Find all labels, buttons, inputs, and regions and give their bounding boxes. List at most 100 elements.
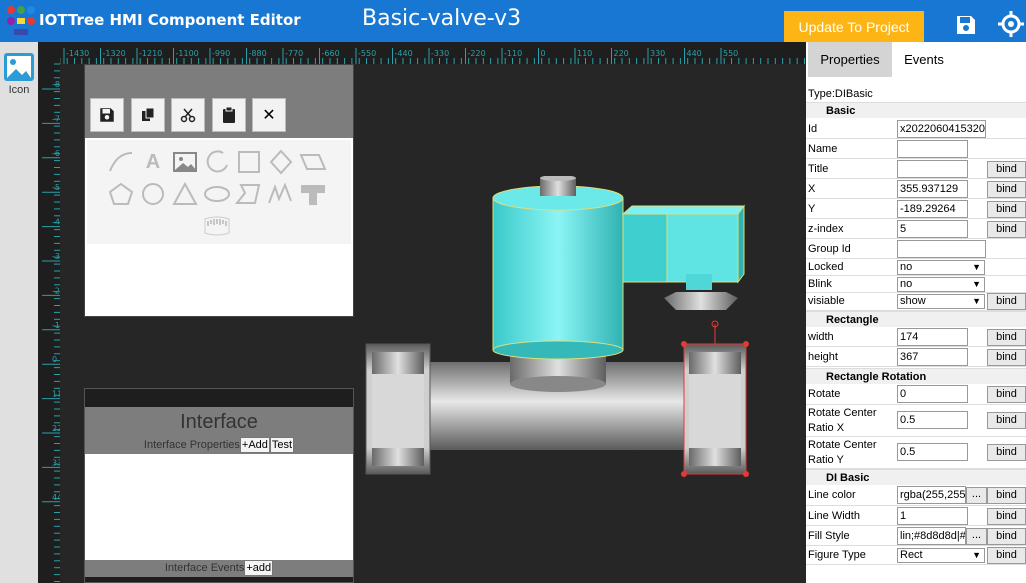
prop-label: Rotate (808, 388, 841, 400)
prop-label: Locked (808, 261, 844, 273)
bind-fill-style-button[interactable]: bind (987, 528, 1026, 545)
bind-line-color-button[interactable]: bind (987, 487, 1026, 504)
ellipse-icon[interactable] (203, 181, 231, 207)
close-tool-button[interactable]: ✕ (252, 98, 286, 132)
bind-line-width-button[interactable]: bind (987, 508, 1026, 525)
valve-left-flange (365, 343, 431, 475)
circle-icon[interactable] (139, 181, 167, 207)
prop-row-rotate-center-x: Rotate Center Ratio X 0.5 bind (806, 405, 1026, 437)
rotate-center-x-field[interactable]: 0.5 (897, 411, 968, 429)
bind-title-button[interactable]: bind (987, 161, 1026, 178)
paste-tool-button[interactable] (212, 98, 246, 132)
save-icon[interactable] (954, 13, 978, 37)
visiable-select[interactable]: show ▼ (897, 294, 985, 309)
chevron-down-icon: ▼ (972, 296, 981, 306)
cut-tool-button[interactable] (171, 98, 205, 132)
image-icon[interactable] (3, 52, 35, 82)
top-bar: IOTTree HMI Component Editor Basic-valve… (0, 0, 1026, 42)
prop-row-group-id: Group Id (806, 239, 1026, 259)
ruler-label: 550 (723, 49, 738, 58)
section-rectangle-rotation: Rectangle Rotation (806, 368, 1026, 384)
triangle-icon[interactable] (171, 181, 199, 207)
ruler-label: 330 (650, 49, 665, 58)
diamond-icon[interactable] (267, 149, 295, 175)
bind-x-button[interactable]: bind (987, 181, 1026, 198)
curve-icon[interactable] (107, 149, 135, 175)
bind-rotate-center-y-button[interactable]: bind (987, 444, 1026, 461)
image-tool-icon[interactable] (171, 149, 199, 175)
blink-select[interactable]: no ▼ (897, 277, 985, 292)
line-color-field[interactable]: rgba(255,255, (897, 486, 966, 504)
bind-rotate-center-x-button[interactable]: bind (987, 412, 1026, 429)
section-di-basic: DI Basic (806, 469, 1026, 485)
z-index-field[interactable]: 5 (897, 220, 968, 238)
height-field[interactable]: 367 (897, 348, 968, 366)
gauge-scale-icon[interactable] (203, 213, 231, 239)
group-id-field[interactable] (897, 240, 986, 258)
valve-drawing[interactable] (364, 176, 754, 481)
save-tool-button[interactable] (90, 98, 124, 132)
bind-figure-type-button[interactable]: bind (987, 547, 1026, 564)
pipe-elbow-icon[interactable] (299, 181, 327, 207)
update-to-project-button[interactable]: Update To Project (784, 11, 924, 42)
copy-tool-button[interactable] (131, 98, 165, 132)
fill-style-field[interactable]: lin;#8d8d8d|#e (897, 527, 966, 545)
polyline-icon[interactable] (267, 181, 295, 207)
add-property-button[interactable]: +Add (239, 437, 270, 454)
bind-visiable-button[interactable]: bind (987, 293, 1026, 310)
rectangle-icon[interactable] (235, 149, 263, 175)
title-field[interactable] (897, 160, 968, 178)
section-rectangle: Rectangle (806, 311, 1026, 327)
rotate-center-y-field[interactable]: 0.5 (897, 443, 968, 461)
ruler-label: -660 (322, 49, 340, 58)
fill-style-picker-button[interactable]: ... (966, 528, 987, 545)
bind-y-button[interactable]: bind (987, 201, 1026, 218)
interface-events-row: Interface Events +add (85, 560, 353, 577)
locked-select[interactable]: no ▼ (897, 260, 985, 275)
trapezoid-icon[interactable] (235, 181, 263, 207)
valve-right-flange[interactable] (683, 343, 747, 475)
id-field[interactable]: x2022060415320 (897, 120, 986, 138)
prop-label: width (808, 331, 834, 343)
pentagon-icon[interactable] (107, 181, 135, 207)
ruler-label: -550 (52, 183, 60, 192)
add-event-button[interactable]: +add (244, 560, 274, 577)
tab-events[interactable]: Events (892, 42, 956, 77)
prop-label: Figure Type (808, 549, 866, 561)
test-button[interactable]: Test (269, 437, 295, 454)
toolbox-panel: ✕ A (84, 64, 354, 317)
iottree-logo (7, 6, 35, 35)
line-width-field[interactable]: 1 (897, 507, 968, 525)
prop-row-zindex: z-index 5 bind (806, 219, 1026, 239)
width-field[interactable]: 174 (897, 328, 968, 346)
parallelogram-icon[interactable] (299, 149, 327, 175)
rotate-field[interactable]: 0 (897, 385, 968, 403)
tab-properties[interactable]: Properties (808, 42, 892, 77)
name-field[interactable] (897, 140, 968, 158)
x-field[interactable]: 355.937129 (897, 180, 968, 198)
prop-row-y: Y -189.29264 bind (806, 199, 1026, 219)
interface-events-label: Interface Events (164, 562, 245, 574)
text-icon[interactable]: A (139, 149, 167, 175)
bind-height-button[interactable]: bind (987, 349, 1026, 366)
bind-rotate-button[interactable]: bind (987, 386, 1026, 403)
ruler-label: -880 (249, 49, 267, 58)
crosshair-icon[interactable] (998, 11, 1024, 37)
prop-row-name: Name (806, 139, 1026, 159)
ruler-label: -110 (504, 49, 522, 58)
ruler-label: -220 (468, 49, 486, 58)
figure-type-select[interactable]: Rect ▼ (897, 548, 985, 563)
y-field[interactable]: -189.29264 (897, 200, 968, 218)
clipboard-icon (223, 107, 235, 123)
bind-width-button[interactable]: bind (987, 329, 1026, 346)
prop-label: Line color (808, 489, 856, 501)
left-rail: Icon (0, 42, 38, 583)
top-ruler: -1430 -1320 -1210 -1100 -990 -880 -770 -660 -550… (38, 42, 806, 64)
prop-row-rotate-center-y: Rotate Center Ratio Y 0.5 bind (806, 437, 1026, 469)
chevron-down-icon: ▼ (972, 279, 981, 289)
bind-z-index-button[interactable]: bind (987, 221, 1026, 238)
line-color-picker-button[interactable]: ... (966, 487, 987, 504)
arc-icon[interactable] (203, 149, 231, 175)
prop-label: height (808, 351, 838, 363)
prop-label: visiable (808, 295, 845, 307)
